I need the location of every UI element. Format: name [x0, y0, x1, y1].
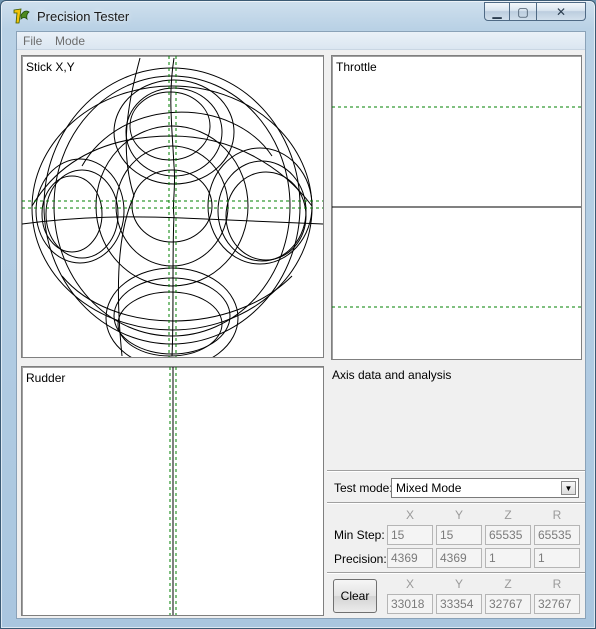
rudder-label: Rudder [26, 371, 66, 385]
test-mode-select[interactable]: Mixed Mode ▼ [391, 478, 579, 498]
analysis-area: Axis data and analysis [327, 362, 585, 470]
dropdown-arrow-icon[interactable]: ▼ [561, 481, 576, 495]
rudder-panel: Rudder [21, 366, 324, 616]
current-y[interactable]: 33354 [436, 594, 482, 614]
stick-xy-label: Stick X,Y [26, 60, 75, 74]
precision-x[interactable]: 4369 [387, 548, 433, 568]
precision-z[interactable]: 1 [485, 548, 531, 568]
close-button[interactable]: ✕ [536, 2, 586, 21]
precision-y[interactable]: 4369 [436, 548, 482, 568]
minimize-button[interactable]: ▁ [484, 2, 510, 21]
precision-label: Precision: [334, 552, 387, 566]
throttle-label: Throttle [336, 60, 377, 74]
app-window: Precision Tester ▁ ▢ ✕ File Mode Stick X… [0, 0, 596, 629]
app-icon [13, 8, 30, 24]
maximize-icon: ▢ [517, 4, 529, 19]
min-step-label: Min Step: [334, 528, 385, 542]
throttle-plot [332, 106, 581, 308]
col-header-y: Y [454, 508, 463, 522]
stick-xy-panel: Stick X,Y [21, 55, 324, 358]
close-icon: ✕ [555, 4, 567, 19]
precision-r[interactable]: 1 [534, 548, 580, 568]
col-header-x: X [405, 577, 414, 591]
min-step-y[interactable]: 15 [436, 525, 482, 545]
menu-mode[interactable]: Mode [55, 34, 85, 48]
clear-button[interactable]: Clear [333, 579, 377, 613]
maximize-button[interactable]: ▢ [509, 2, 537, 21]
rudder-plot [169, 367, 177, 615]
test-mode-label: Test mode: [334, 481, 393, 495]
min-step-z[interactable]: 65535 [485, 525, 531, 545]
current-z[interactable]: 32767 [485, 594, 531, 614]
title-bar[interactable]: Precision Tester ▁ ▢ ✕ [1, 1, 595, 31]
col-header-z: Z [504, 577, 512, 591]
min-step-x[interactable]: 15 [387, 525, 433, 545]
divider [327, 470, 585, 472]
divider [327, 572, 585, 574]
window-title: Precision Tester [37, 9, 130, 24]
test-mode-value: Mixed Mode [396, 481, 462, 495]
col-header-z: Z [504, 508, 512, 522]
menu-file[interactable]: File [23, 34, 42, 48]
menu-bar: File Mode [17, 32, 585, 50]
min-step-r[interactable]: 65535 [534, 525, 580, 545]
analysis-label: Axis data and analysis [332, 368, 452, 382]
divider [327, 502, 585, 504]
stick-xy-plot [22, 56, 323, 357]
col-header-y: Y [454, 577, 463, 591]
current-x[interactable]: 33018 [387, 594, 433, 614]
col-header-r: R [552, 577, 562, 591]
current-r[interactable]: 32767 [534, 594, 580, 614]
col-header-r: R [552, 508, 562, 522]
throttle-panel: Throttle [331, 55, 582, 360]
client-area: File Mode Stick X,Y Throttle Rudder Axis… [16, 31, 586, 619]
col-header-x: X [405, 508, 414, 522]
minimize-icon: ▁ [492, 4, 502, 19]
